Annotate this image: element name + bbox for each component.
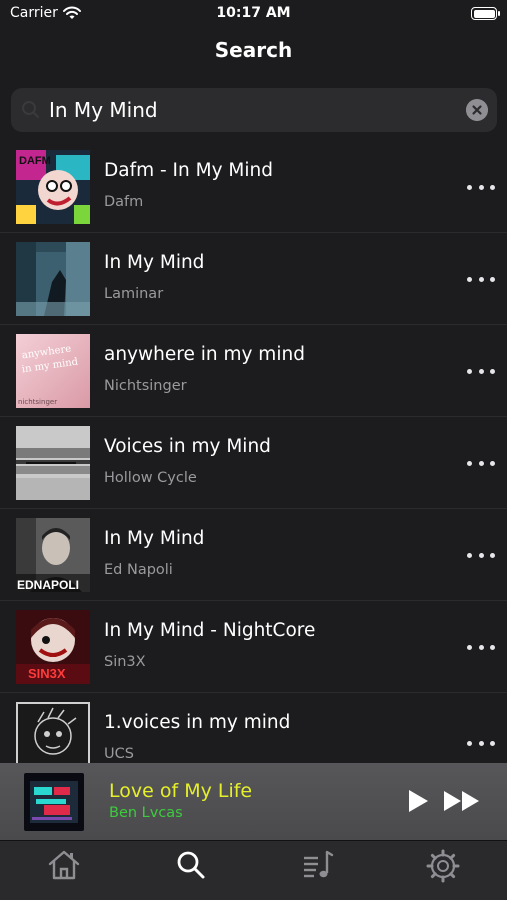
result-artist: Sin3X (104, 654, 146, 670)
result-title: In My Mind - NightCore (104, 620, 316, 641)
result-title: In My Mind (104, 252, 205, 273)
result-artist: UCS (104, 746, 134, 762)
more-options-icon[interactable] (467, 733, 495, 753)
play-icon[interactable] (406, 788, 430, 814)
result-artist: Dafm (104, 194, 144, 210)
list-item[interactable]: Voices in my Mind Hollow Cycle (0, 417, 507, 509)
list-item[interactable]: SIN3X In My Mind - NightCore Sin3X (0, 601, 507, 693)
now-playing-artist: Ben Lvcas (109, 805, 183, 821)
album-artwork: SIN3X (16, 610, 90, 684)
artwork-lettering: nichtsinger (18, 398, 57, 406)
album-artwork (16, 426, 90, 500)
list-item[interactable]: DAFM Dafm - In My Mind Dafm (0, 141, 507, 233)
more-options-icon[interactable] (467, 453, 495, 473)
more-options-icon[interactable] (467, 269, 495, 289)
album-artwork (16, 702, 90, 763)
search-icon (177, 851, 205, 879)
album-artwork: DAFM (16, 150, 90, 224)
tab-bar (0, 840, 507, 900)
page-title: Search (214, 38, 293, 62)
result-title: Dafm - In My Mind (104, 160, 273, 181)
artwork-lettering: EDNAPOLI (17, 578, 79, 592)
status-time: 10:17 AM (216, 5, 291, 21)
status-bar: Carrier 10:17 AM (0, 0, 507, 30)
list-item[interactable]: 1.voices in my mind UCS (0, 693, 507, 763)
album-artwork (16, 242, 90, 316)
search-bar[interactable]: In My Mind (11, 88, 497, 132)
search-icon (22, 101, 39, 118)
artwork-lettering: SIN3X (28, 666, 66, 681)
result-artist: Laminar (104, 286, 164, 302)
search-results-list[interactable]: DAFM Dafm - In My Mind Dafm In My Mind L… (0, 141, 507, 763)
more-options-icon[interactable] (467, 361, 495, 381)
playlist-icon (304, 850, 334, 878)
list-item[interactable]: EDNAPOLI In My Mind Ed Napoli (0, 509, 507, 601)
tab-search[interactable] (171, 849, 211, 885)
gear-icon (426, 849, 460, 883)
result-title: Voices in my Mind (104, 436, 271, 457)
mini-player[interactable]: Love of My Life Ben Lvcas (0, 763, 507, 840)
now-playing-title: Love of My Life (109, 780, 253, 802)
more-options-icon[interactable] (467, 545, 495, 565)
album-artwork: anywhere in my mind nichtsinger (16, 334, 90, 408)
list-item[interactable]: In My Mind Laminar (0, 233, 507, 325)
album-artwork: EDNAPOLI (16, 518, 90, 592)
now-playing-artwork[interactable] (24, 773, 84, 831)
fast-forward-icon[interactable] (443, 789, 481, 813)
result-artist: Hollow Cycle (104, 470, 197, 486)
tab-settings[interactable] (423, 849, 463, 885)
more-options-icon[interactable] (467, 637, 495, 657)
search-input[interactable]: In My Mind (49, 98, 158, 122)
artwork-lettering: DAFM (19, 155, 51, 167)
list-item[interactable]: anywhere in my mind nichtsinger anywhere… (0, 325, 507, 417)
home-icon (48, 850, 80, 880)
result-artist: Ed Napoli (104, 562, 173, 578)
more-options-icon[interactable] (467, 177, 495, 197)
result-artist: Nichtsinger (104, 378, 187, 394)
result-title: 1.voices in my mind (104, 712, 291, 733)
battery-icon (471, 7, 500, 20)
result-title: In My Mind (104, 528, 205, 549)
clear-search-icon[interactable] (466, 99, 488, 121)
result-title: anywhere in my mind (104, 344, 305, 365)
tab-library[interactable] (297, 849, 337, 885)
tab-home[interactable] (44, 849, 84, 885)
